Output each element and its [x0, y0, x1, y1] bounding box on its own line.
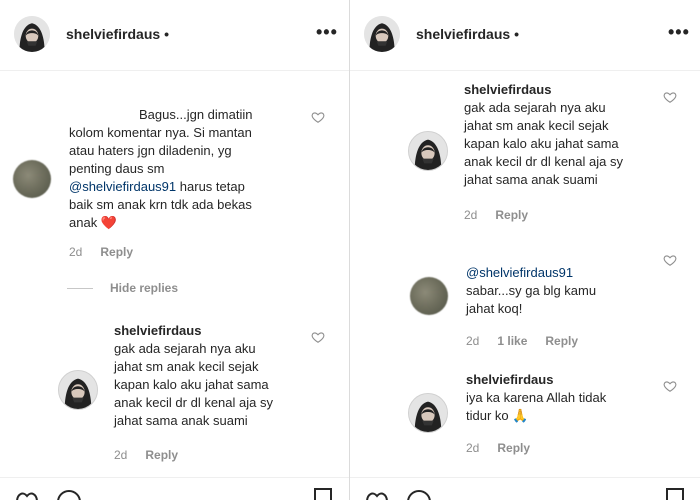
- reply-body: @shelviefirdaus91 sabar...sy ga blg kamu…: [466, 264, 666, 318]
- separator-dot: •: [514, 26, 520, 42]
- more-options-icon[interactable]: •••: [316, 22, 338, 43]
- comment-line: baik sm anak krn tdk ada bekas: [69, 197, 252, 212]
- comment-line: kolom komentar nya. Si mantan: [69, 125, 252, 140]
- reply-body: shelviefirdaus gak ada sejarah nya aku j…: [114, 322, 314, 430]
- post-header: shelviefirdaus • •••: [0, 0, 349, 71]
- reply-line: anak kecil dr dl kenal aja sy: [114, 395, 273, 410]
- reply-line: tidur ko: [466, 408, 509, 423]
- mention-link[interactable]: @shelviefirdaus91: [69, 179, 176, 194]
- comment-body: Bagus...jgn dimatiin kolom komentar nya.…: [69, 106, 309, 232]
- like-heart-icon[interactable]: [311, 330, 325, 344]
- like-heart-icon[interactable]: [663, 90, 677, 104]
- hooded-figure-icon: [364, 16, 400, 52]
- right-screenshot-panel: shelviefirdaus • ••• shelviefirdaus gak a…: [350, 0, 700, 500]
- comment-line: atau haters jgn diladenin, yg: [69, 143, 232, 158]
- action-bar: [0, 477, 349, 500]
- reply-avatar[interactable]: [408, 393, 448, 433]
- reply-line: jahat sama anak suami: [464, 172, 598, 187]
- mention-link[interactable]: @shelviefirdaus91: [466, 264, 666, 282]
- reply-time: 2d: [464, 208, 478, 222]
- reply-button[interactable]: Reply: [545, 334, 578, 348]
- comment-line: Bagus...jgn dimatiin: [139, 107, 253, 122]
- reply-username[interactable]: shelviefirdaus: [114, 322, 314, 340]
- reply-line: sabar...sy ga blg kamu: [466, 283, 597, 298]
- reply-line: kapan kalo aku jahat sama: [114, 377, 269, 392]
- comment-bubble-icon[interactable]: [406, 488, 432, 500]
- reply-meta: 2d Reply: [464, 208, 546, 222]
- reply-line: gak ada sejarah nya aku: [464, 100, 606, 115]
- commenter-avatar[interactable]: [13, 160, 51, 198]
- reply-button[interactable]: Reply: [497, 441, 530, 455]
- comment-time: 2d: [69, 245, 83, 259]
- reply-time: 2d: [466, 441, 480, 455]
- likes-count[interactable]: 1 like: [497, 334, 527, 348]
- reply-username[interactable]: shelviefirdaus: [466, 371, 666, 389]
- reply-avatar[interactable]: [408, 131, 448, 171]
- more-options-icon[interactable]: •••: [668, 22, 690, 43]
- reply-username[interactable]: shelviefirdaus: [464, 81, 664, 99]
- reply-button[interactable]: Reply: [100, 245, 133, 259]
- hooded-figure-icon: [14, 16, 50, 52]
- reply-avatar[interactable]: [58, 370, 98, 410]
- reply-body: shelviefirdaus gak ada sejarah nya aku j…: [464, 81, 664, 189]
- like-heart-icon[interactable]: [364, 488, 390, 500]
- reply-meta: 2d Reply: [466, 441, 548, 455]
- left-screenshot-panel: shelviefirdaus • ••• Bagus...jgn dimatiin…: [0, 0, 349, 500]
- reply-time: 2d: [114, 448, 128, 462]
- like-heart-icon[interactable]: [663, 379, 677, 393]
- reply-line: iya ka karena Allah tidak: [466, 390, 607, 405]
- reply-button[interactable]: Reply: [495, 208, 528, 222]
- profile-avatar[interactable]: [14, 16, 50, 52]
- reply-line: anak kecil dr dl kenal aja sy: [464, 154, 623, 169]
- commenter-avatar[interactable]: [410, 277, 448, 315]
- profile-avatar[interactable]: [364, 16, 400, 52]
- username-text[interactable]: shelviefirdaus: [66, 26, 160, 42]
- hide-replies-line: [67, 288, 93, 289]
- reply-line: gak ada sejarah nya aku: [114, 341, 256, 356]
- hooded-figure-icon: [59, 371, 97, 409]
- hooded-figure-icon: [409, 132, 447, 170]
- profile-username[interactable]: shelviefirdaus •: [66, 26, 169, 42]
- comment-line: anak: [69, 215, 98, 230]
- reply-line: jahat sama anak suami: [114, 413, 248, 428]
- post-header: shelviefirdaus • •••: [350, 0, 700, 71]
- bookmark-icon[interactable]: [665, 488, 685, 500]
- comment-bubble-icon[interactable]: [56, 488, 82, 500]
- reply-line: jahat koq!: [466, 301, 523, 316]
- hide-replies-button[interactable]: Hide replies: [110, 281, 178, 295]
- bookmark-icon[interactable]: [313, 488, 333, 500]
- reply-time: 2d: [466, 334, 480, 348]
- comment-meta: 2d Reply: [69, 245, 151, 259]
- comment-line: penting daus sm: [69, 161, 165, 176]
- reply-line: jahat sm anak kecil sejak: [464, 118, 609, 133]
- comment-line: harus tetap: [179, 179, 245, 194]
- like-heart-icon[interactable]: [663, 253, 677, 267]
- like-heart-icon[interactable]: [14, 488, 40, 500]
- separator-dot: •: [164, 26, 170, 42]
- praying-hands-emoji: 🙏: [512, 408, 529, 423]
- reply-meta: 2d Reply: [114, 448, 196, 462]
- profile-username[interactable]: shelviefirdaus •: [416, 26, 519, 42]
- reply-button[interactable]: Reply: [145, 448, 178, 462]
- reply-meta: 2d 1 like Reply: [466, 334, 596, 348]
- action-bar: [350, 477, 700, 500]
- username-text[interactable]: shelviefirdaus: [416, 26, 510, 42]
- reply-body: shelviefirdaus iya ka karena Allah tidak…: [466, 371, 666, 425]
- reply-line: kapan kalo aku jahat sama: [464, 136, 619, 151]
- like-heart-icon[interactable]: [311, 110, 325, 124]
- reply-line: jahat sm anak kecil sejak: [114, 359, 259, 374]
- heart-emoji: ❤️: [100, 215, 118, 230]
- hooded-figure-icon: [409, 394, 447, 432]
